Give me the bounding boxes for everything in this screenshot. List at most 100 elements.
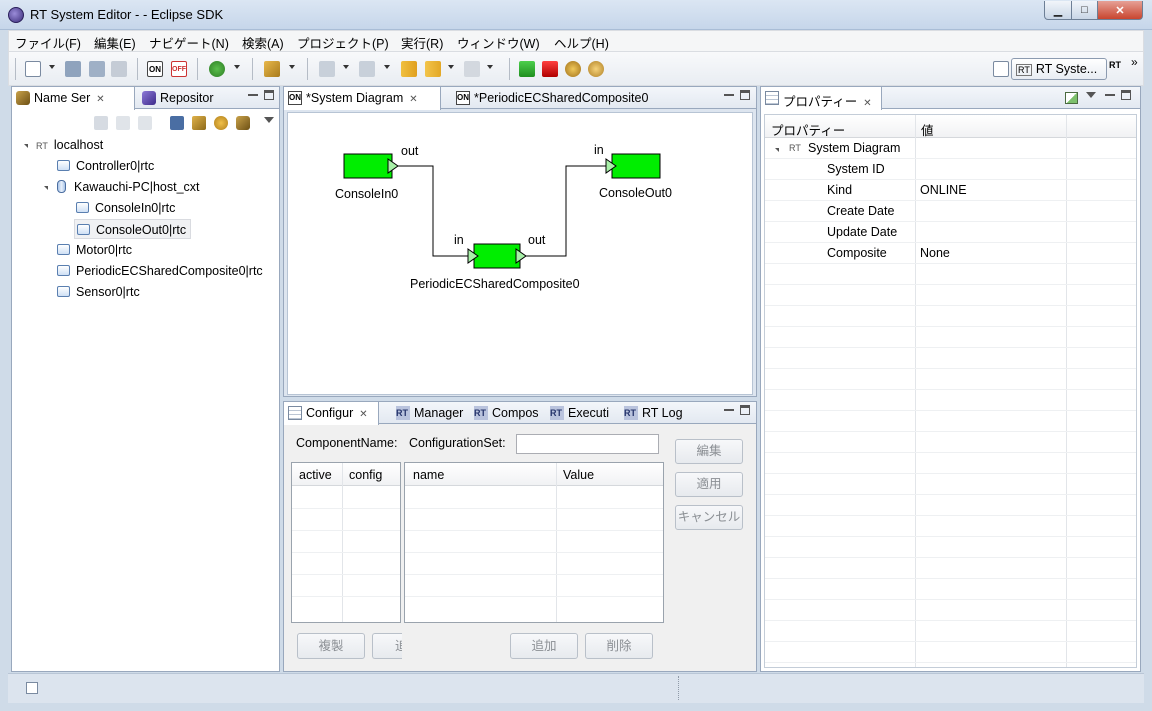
close-tab-icon[interactable]: ✕ [863, 98, 871, 109]
add-configuration-set-button[interactable]: 追 [372, 633, 402, 659]
close-button[interactable]: ✕ [1097, 1, 1143, 20]
print-icon[interactable] [111, 61, 127, 77]
activate-all-icon[interactable] [519, 61, 535, 77]
tab-periodic-composite[interactable]: ON *PeriodicECSharedComposite0 [452, 87, 682, 109]
property-row[interactable]: Update Date [765, 222, 1136, 243]
next-annotation-icon[interactable] [319, 61, 335, 77]
last-edit-icon[interactable] [401, 61, 417, 77]
name-service-action-icon[interactable] [236, 116, 250, 130]
property-group-row[interactable]: RT System Diagram [765, 138, 1136, 159]
close-tab-icon[interactable]: ✕ [409, 94, 417, 105]
maximize-view-icon[interactable] [1121, 90, 1131, 100]
column-header-name[interactable]: name [413, 468, 444, 482]
perspective-switcher[interactable]: RT RT Syste... [1011, 58, 1107, 80]
save-icon[interactable] [65, 61, 81, 77]
new-dropdown-icon[interactable] [49, 65, 55, 69]
rt-perspective-icon-small[interactable]: RT [1109, 60, 1121, 70]
tab-system-diagram[interactable]: ON *System Diagram ✕ [283, 87, 441, 110]
save-all-icon[interactable] [89, 61, 105, 77]
copy-button[interactable]: 複製 [297, 633, 365, 659]
tree-item-controller0[interactable]: Controller0|rtc [57, 156, 154, 176]
tab-execution[interactable]: RT Executi [546, 402, 622, 424]
back-nav-icon[interactable] [116, 116, 130, 130]
collapse-icon[interactable] [192, 116, 206, 130]
back-icon[interactable] [425, 61, 441, 77]
column-header-value[interactable]: 値 [921, 120, 934, 139]
maximize-view-icon[interactable] [740, 90, 750, 100]
new-icon[interactable] [25, 61, 41, 77]
refresh-icon[interactable] [214, 116, 228, 130]
minimize-view-icon[interactable] [248, 90, 258, 96]
close-tab-icon[interactable]: ✕ [359, 409, 367, 420]
add-button[interactable]: 追加 [510, 633, 578, 659]
configuration-set-field[interactable] [516, 434, 659, 454]
tab-rt-log[interactable]: RT RT Log [620, 402, 696, 424]
minimize-button[interactable]: ▁ [1044, 1, 1072, 20]
menu-edit[interactable]: 編集(E) [94, 33, 136, 52]
view-menu-icon[interactable] [264, 117, 274, 123]
forward-dropdown-icon[interactable] [487, 65, 493, 69]
menu-navigate[interactable]: ナビゲート(N) [149, 33, 229, 52]
close-tab-icon[interactable]: ✕ [96, 94, 104, 105]
prev-annotation-icon[interactable] [359, 61, 375, 77]
column-header-property[interactable]: プロパティー [771, 120, 845, 139]
tree-item-consoleout0[interactable]: ConsoleOut0|rtc [74, 219, 192, 239]
maximize-button[interactable]: □ [1071, 1, 1098, 20]
edit-button[interactable]: 編集 [675, 439, 743, 464]
tab-name-service[interactable]: Name Ser ✕ [11, 87, 135, 110]
back-dropdown-icon[interactable] [448, 65, 454, 69]
forward-icon[interactable] [464, 61, 480, 77]
column-header-value[interactable]: Value [563, 468, 594, 482]
menu-help[interactable]: ヘルプ(H) [554, 33, 609, 52]
tree-item-localhost[interactable]: RT localhost [36, 135, 103, 155]
start-all-icon[interactable] [565, 61, 581, 77]
run-icon[interactable] [209, 61, 225, 77]
tab-properties[interactable]: プロパティー ✕ [760, 87, 882, 110]
properties-table[interactable]: プロパティー 値 RT System Diagram System ID Kin… [764, 114, 1137, 668]
column-header-config[interactable]: config [349, 468, 382, 482]
tree-item-periodic-composite[interactable]: PeriodicECSharedComposite0|rtc [57, 261, 263, 281]
menu-window[interactable]: ウィンドウ(W) [457, 33, 540, 52]
more-perspectives-icon[interactable]: » [1131, 55, 1138, 69]
tab-configuration[interactable]: Configur ✕ [283, 402, 379, 425]
property-row[interactable]: Kind ONLINE [765, 180, 1136, 201]
stop-all-icon[interactable] [588, 61, 604, 77]
minimize-view-icon[interactable] [724, 90, 734, 96]
diagram-canvas[interactable]: out ConsoleIn0 in ConsoleOut0 in out Per… [287, 112, 753, 395]
menu-file[interactable]: ファイル(F) [15, 33, 81, 52]
tab-composite[interactable]: RT Compos [470, 402, 548, 424]
deactivate-all-icon[interactable] [542, 61, 558, 77]
cancel-button[interactable]: キャンセル [675, 505, 743, 530]
delete-button[interactable]: 削除 [585, 633, 653, 659]
tool-icon[interactable] [264, 61, 280, 77]
view-menu-icon[interactable] [1086, 92, 1096, 98]
minimize-view-icon[interactable] [1105, 90, 1115, 96]
pin-view-icon[interactable] [1065, 92, 1078, 104]
fast-view-icon[interactable] [26, 682, 38, 694]
expand-arrow-icon[interactable] [44, 186, 48, 190]
menu-search[interactable]: 検索(A) [242, 33, 284, 52]
menu-run[interactable]: 実行(R) [401, 33, 443, 52]
tab-repository[interactable]: Repositor [138, 87, 248, 109]
offline-editor-icon[interactable]: OFF [171, 61, 187, 77]
maximize-view-icon[interactable] [264, 90, 274, 100]
open-perspective-icon[interactable] [993, 61, 1009, 77]
run-dropdown-icon[interactable] [234, 65, 240, 69]
prev-annotation-dropdown-icon[interactable] [384, 65, 390, 69]
minimize-view-icon[interactable] [724, 405, 734, 411]
tab-manager[interactable]: RT Manager [392, 402, 472, 424]
tree-item-kawauchi-pc[interactable]: Kawauchi-PC|host_cxt [57, 177, 200, 197]
forward-nav-icon[interactable] [138, 116, 152, 130]
configuration-parameter-table[interactable]: name Value [404, 462, 664, 623]
online-editor-icon[interactable]: ON [147, 61, 163, 77]
add-name-server-icon[interactable] [170, 116, 184, 130]
tree-item-motor0[interactable]: Motor0|rtc [57, 240, 132, 260]
column-header-active[interactable]: active [299, 468, 332, 482]
tree-item-sensor0[interactable]: Sensor0|rtc [57, 282, 140, 302]
maximize-view-icon[interactable] [740, 405, 750, 415]
tree-item-consolein0[interactable]: ConsoleIn0|rtc [76, 198, 175, 218]
apply-button[interactable]: 適用 [675, 472, 743, 497]
tool-dropdown-icon[interactable] [289, 65, 295, 69]
next-annotation-dropdown-icon[interactable] [343, 65, 349, 69]
configuration-set-table[interactable]: active config [291, 462, 401, 623]
